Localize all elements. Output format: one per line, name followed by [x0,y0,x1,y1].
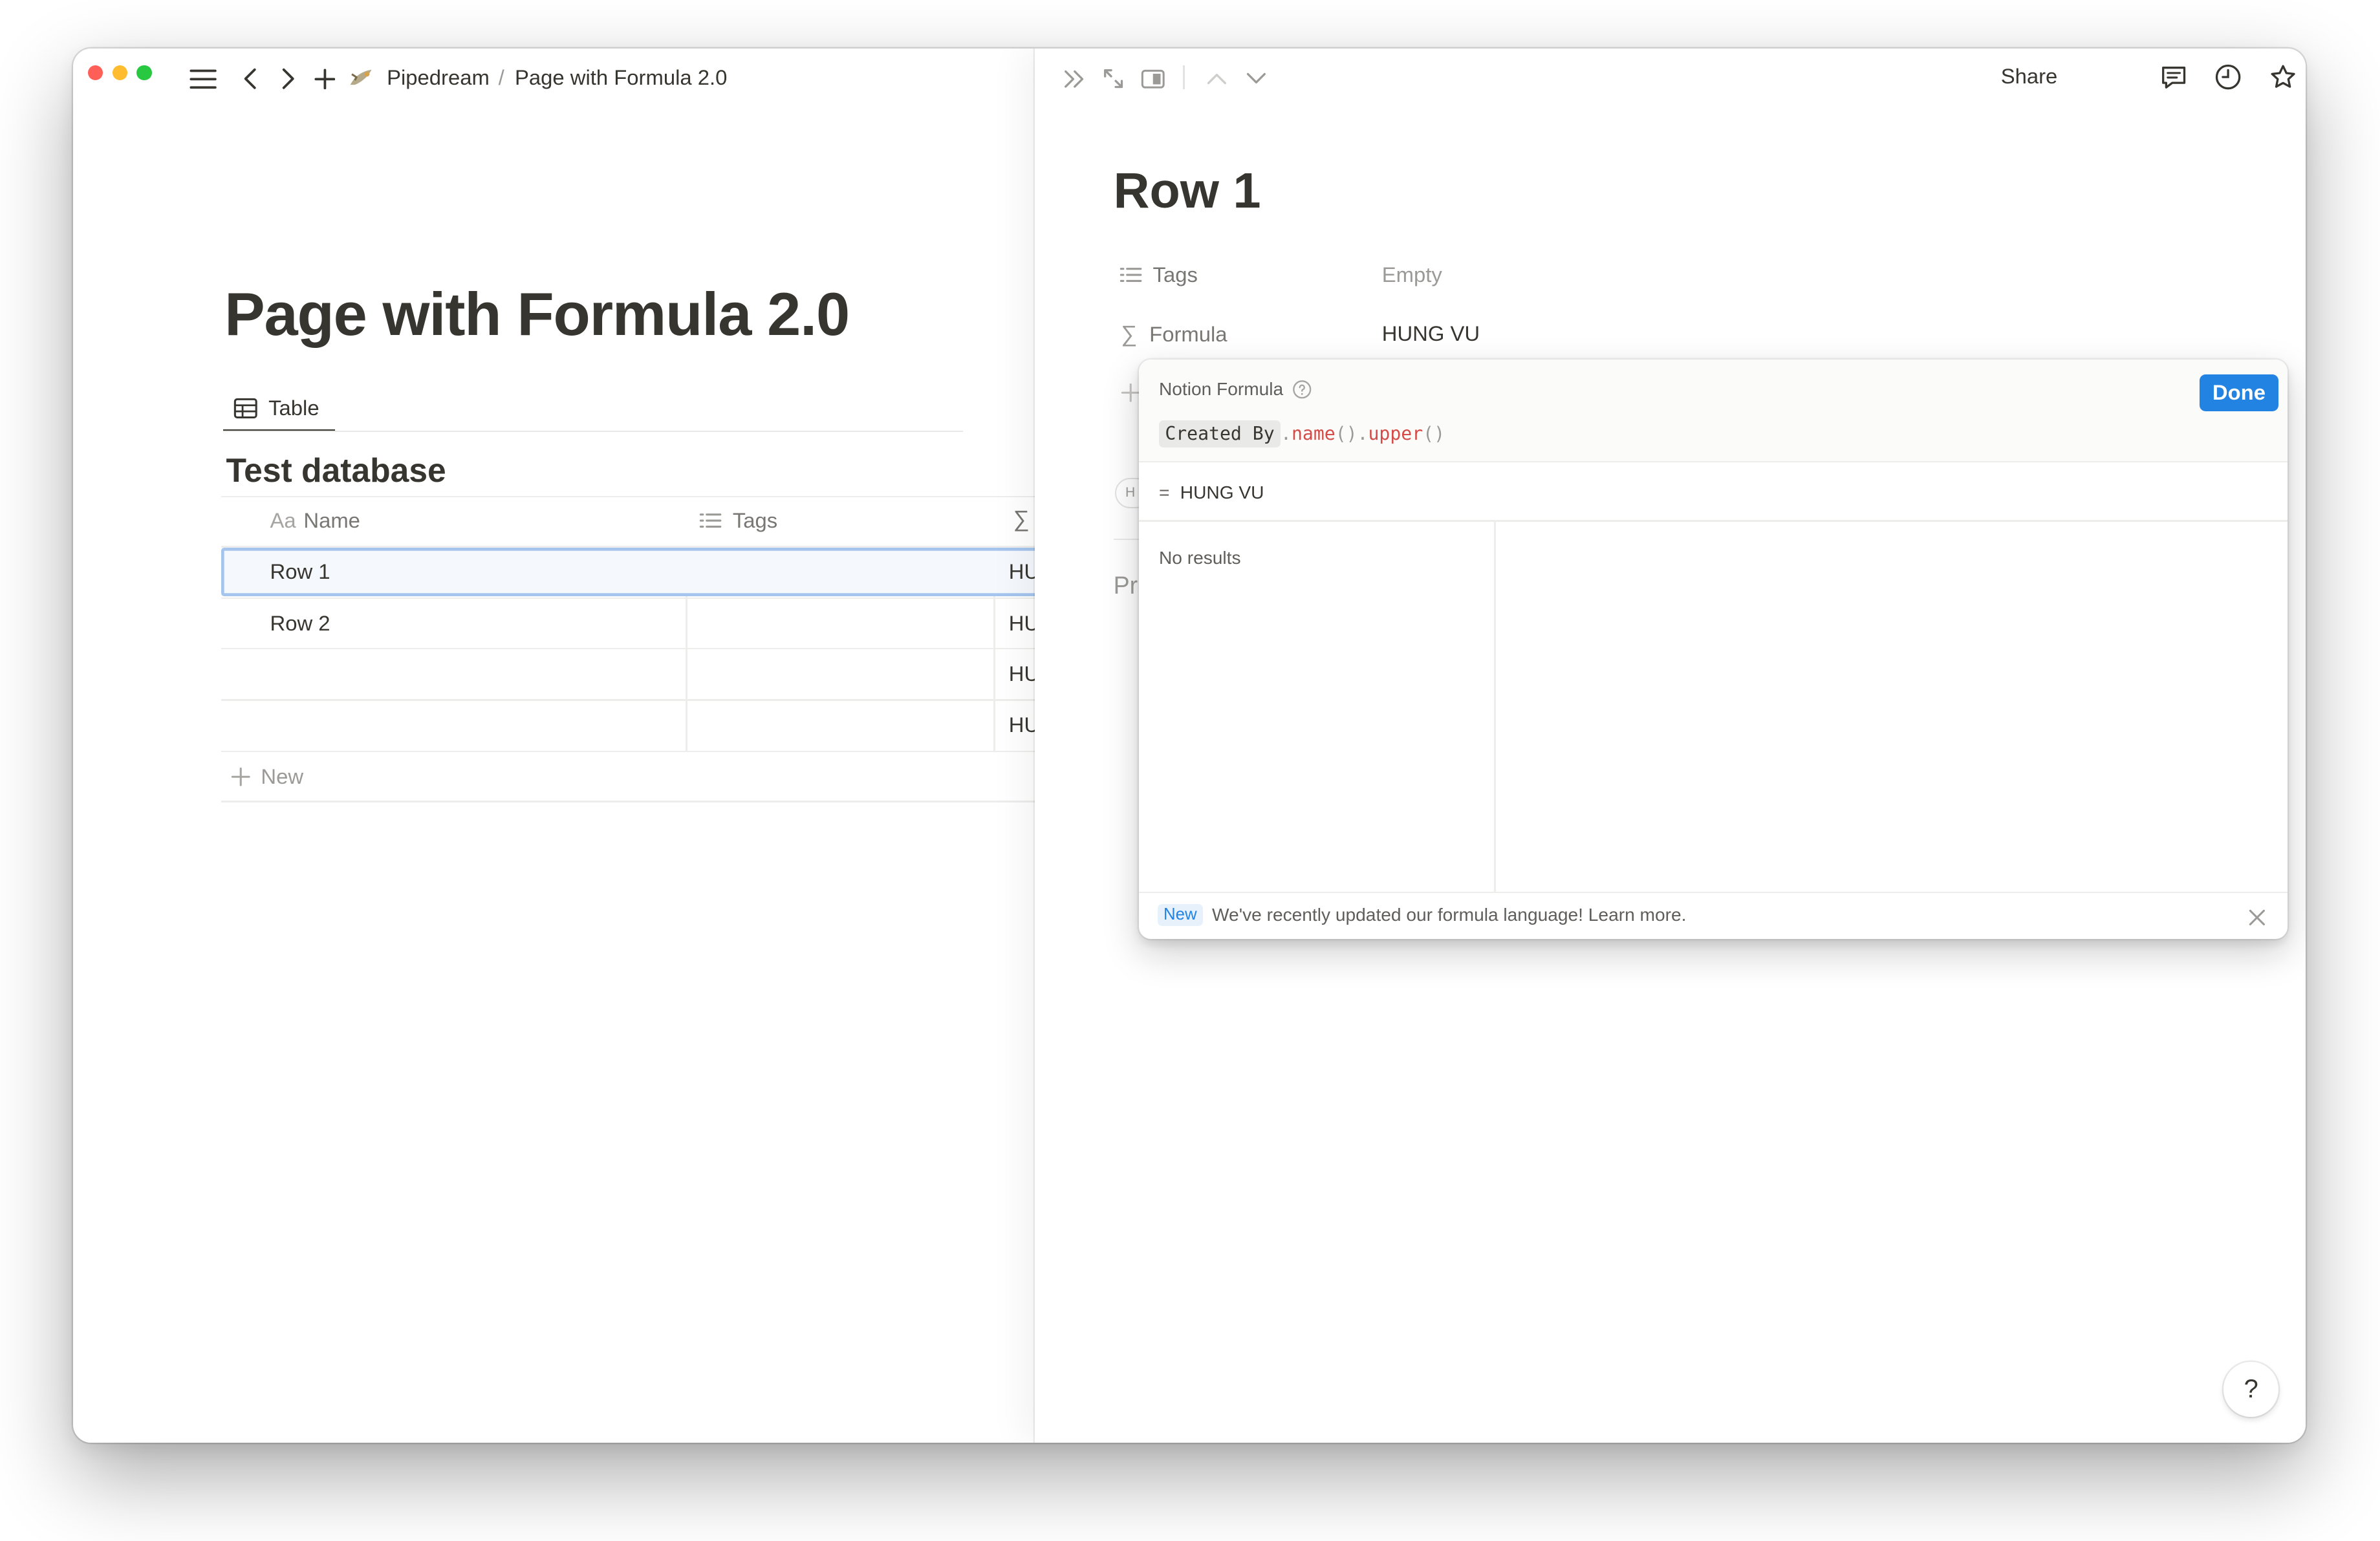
column-header-name-label: Name [303,508,360,532]
formula-footer[interactable]: New We've recently updated our formula l… [1157,903,1686,926]
previous-row-icon[interactable] [1202,64,1232,94]
breadcrumb-separator: / [498,65,504,89]
formula-editor-title: Notion Formula [1159,379,1312,400]
column-header-formula[interactable]: ∑ [1013,506,1030,532]
property-formula-value[interactable]: HUNG VU [1382,321,1480,346]
favorite-star-icon[interactable] [2266,61,2300,94]
help-button[interactable]: ? [2223,1362,2278,1417]
new-page-plus-icon[interactable] [309,64,340,94]
expand-icon[interactable] [1098,64,1129,94]
breadcrumb-workspace[interactable]: Pipedream [387,65,490,89]
dismiss-close-icon[interactable] [2245,905,2269,930]
zoom-window-button[interactable] [136,65,152,81]
formula-editor-title-label: Notion Formula [1158,379,1284,400]
column-header-tags-label: Tags [732,508,778,532]
new-badge: New [1157,903,1203,926]
property-formula-label: Formula [1149,322,1228,347]
row-divider [221,647,1035,649]
formula-punct: . [1281,423,1292,445]
app-window: Pipedream / Page with Formula 2.0 Page w… [72,48,2306,1443]
table-row-selected[interactable] [221,547,1035,596]
add-property-plus-icon[interactable] [1121,381,1140,409]
property-tags-label: Tags [1152,262,1198,286]
breadcrumb: Pipedream / Page with Formula 2.0 [387,65,727,90]
formula-function-upper: upper [1368,423,1423,445]
close-peek-double-chevron-icon[interactable] [1059,64,1089,94]
hidden-letter: H [1125,485,1136,501]
toolbar-divider [1183,65,1185,90]
table-bottom-border [221,801,1035,803]
table-row-3-formula[interactable]: HU [1009,662,1035,686]
formula-sigma-icon: ∑ [1013,506,1030,532]
table-row-2-formula[interactable]: HU [1009,611,1035,636]
list-icon [700,513,722,528]
text-property-icon: Aa [270,508,296,532]
row-divider [221,699,1035,701]
row-body-placeholder[interactable]: Pr [1114,572,1138,599]
row-divider [221,598,1035,599]
database-title[interactable]: Test database [226,451,446,490]
next-row-icon[interactable] [1241,64,1271,94]
footer-divider [1139,892,2288,894]
table-row-1-formula[interactable]: HU [1009,559,1035,584]
plus-icon [231,767,250,786]
back-arrow-icon[interactable] [235,64,266,94]
table-row-4-formula[interactable]: HU [1009,713,1035,737]
table-row-2-name[interactable]: Row 2 [270,611,330,636]
formula-property-token[interactable]: Created By [1158,420,1281,448]
property-tags-value[interactable]: Empty [1382,263,1442,287]
table-row-1-name[interactable]: Row 1 [270,559,330,584]
main-page-pane: Pipedream / Page with Formula 2.0 Page w… [72,48,1035,1443]
new-row-button[interactable]: New [231,764,304,789]
result-equals: = [1158,482,1170,502]
formula-punct: (). [1335,423,1368,445]
row-page-title[interactable]: Row 1 [1114,162,1261,220]
side-peek-layout-icon[interactable] [1138,64,1168,94]
done-button[interactable]: Done [2199,374,2278,411]
help-circle-icon[interactable] [1292,380,1312,399]
property-tags[interactable]: Tags [1120,263,1198,287]
tabs-divider [222,431,964,433]
page-title[interactable]: Page with Formula 2.0 [224,279,850,349]
tab-table-view[interactable]: Table [224,385,319,431]
result-value: HUNG VU [1180,482,1264,502]
header-divider [1139,461,2288,463]
close-window-button[interactable] [88,65,103,81]
tab-table-label: Table [268,395,319,420]
minimize-window-button[interactable] [112,65,127,81]
suggestions-empty-text: No results [1158,547,1241,568]
row-divider [221,751,1035,753]
formula-sigma-icon: ∑ [1121,321,1138,347]
panel-divider-vertical [1494,521,1496,892]
column-header-name[interactable]: Aa Name [270,508,360,533]
list-icon [1120,267,1142,282]
updates-clock-icon[interactable] [2212,61,2245,94]
breadcrumb-page[interactable]: Page with Formula 2.0 [515,65,727,89]
new-row-label: New [261,764,304,789]
footer-message[interactable]: We've recently updated our formula langu… [1212,905,1686,925]
share-button[interactable]: Share [2001,64,2058,89]
formula-punct: () [1423,423,1445,445]
property-formula[interactable]: ∑ Formula [1121,321,1227,347]
formula-function-name: name [1291,423,1336,445]
result-divider [1139,520,2288,522]
comments-icon[interactable] [2157,61,2191,94]
column-header-tags[interactable]: Tags [699,508,777,533]
formula-editor-popup: Notion Formula Done Created By . name ()… [1139,359,2288,939]
formula-expression-input[interactable]: Created By . name (). upper () [1158,420,1445,448]
table-icon [234,398,257,418]
workspace-emoji-icon [346,64,376,94]
formula-result: = HUNG VU [1159,482,1264,503]
forward-arrow-icon[interactable] [273,64,303,94]
sidebar-menu-icon[interactable] [188,64,219,94]
table-header-top-border [221,495,1035,498]
